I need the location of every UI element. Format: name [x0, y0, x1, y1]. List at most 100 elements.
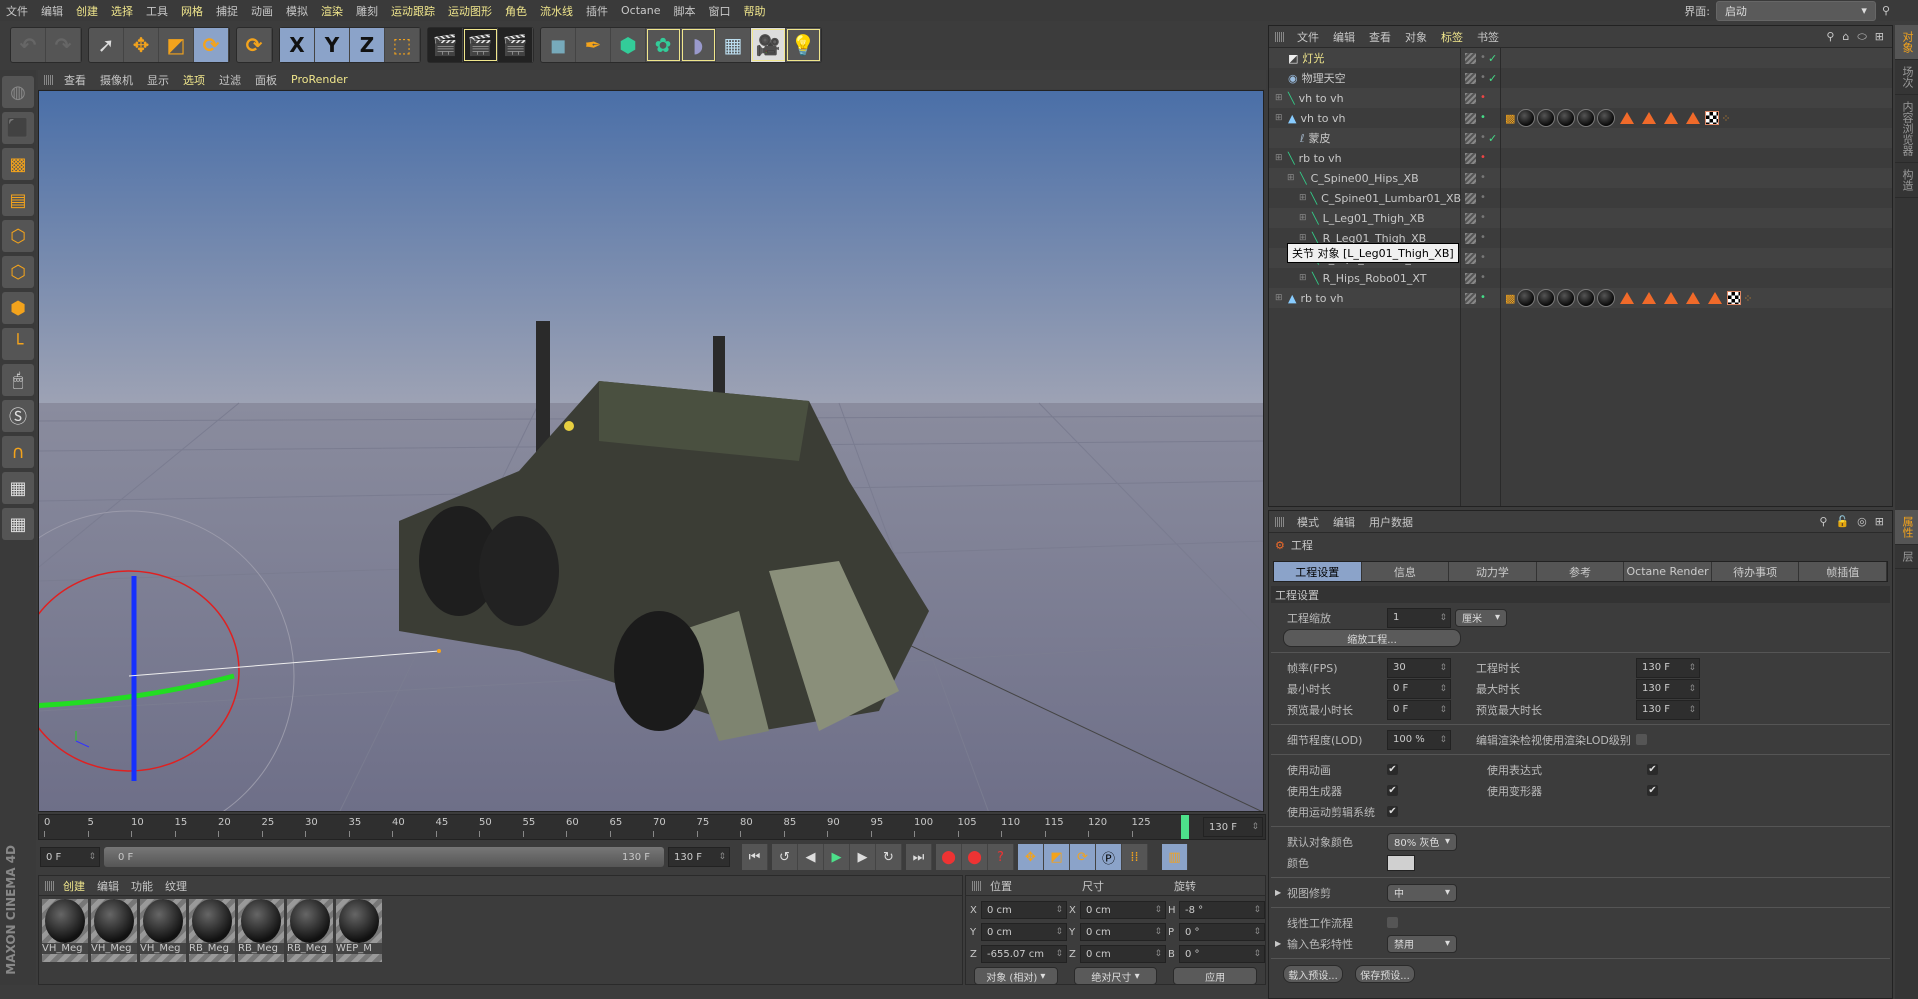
menu-item[interactable]: 渲染 [321, 3, 343, 19]
expand-toggle-icon[interactable]: ⊞ [1287, 173, 1296, 183]
menu-item[interactable]: 帮助 [744, 3, 766, 19]
visibility-toggle[interactable] [1465, 112, 1476, 124]
menu-item[interactable]: 编辑 [41, 3, 63, 19]
selection-tag-icon[interactable] [1686, 112, 1701, 124]
menu-item[interactable]: Octane [621, 4, 661, 17]
visibility-toggle[interactable] [1465, 92, 1476, 104]
expand-toggle-icon[interactable]: ⊞ [1275, 113, 1284, 123]
object-row[interactable]: ⊞ ▲ vh to vh • ▩ ⁘ [1269, 108, 1892, 128]
fps-field[interactable]: 30 [1387, 657, 1451, 678]
visibility-toggle[interactable] [1465, 172, 1476, 184]
menu-item[interactable]: 雕刻 [356, 3, 378, 19]
key-scale-icon[interactable]: ◩ [1044, 844, 1070, 870]
light-icon[interactable]: 💡 [786, 28, 821, 62]
go-to-end-icon[interactable]: ⏭ [906, 844, 932, 870]
preview-range-slider[interactable]: 0 F 130 F [104, 847, 664, 867]
menu-item[interactable]: 流水线 [540, 3, 573, 19]
object-row[interactable]: ⊞ ╲ L_Leg01_Thigh_XB • [1269, 208, 1892, 228]
attribute-tab[interactable]: 工程设置 [1274, 562, 1362, 581]
right-tab[interactable]: 内容浏览器 [1895, 95, 1918, 163]
menu-item[interactable]: 窗口 [709, 3, 731, 19]
key-rotation-icon[interactable]: ⟳ [1070, 844, 1096, 870]
object-row[interactable]: ⊞ ╲ rb to vh • [1269, 148, 1892, 168]
subdivision-icon[interactable]: ⬢ [611, 28, 646, 62]
selection-tag-icon[interactable] [1642, 112, 1657, 124]
keyframe-selection-icon[interactable]: ? [988, 844, 1014, 870]
cube-icon[interactable]: ◼ [541, 28, 576, 62]
search-icon[interactable]: ⚲ [1882, 4, 1890, 17]
material-tag-icon[interactable] [1537, 289, 1556, 307]
object-menu-item[interactable]: 查看 [1369, 29, 1391, 45]
expand-toggle-icon[interactable]: ⊞ [1299, 213, 1308, 223]
new-window-icon[interactable]: ⊞ [1875, 515, 1884, 528]
viewport-menu-item[interactable]: 查看 [64, 72, 86, 88]
x-axis-button[interactable]: X [280, 28, 315, 62]
material-thumbnail[interactable]: RB_Meg [287, 899, 333, 962]
home-icon[interactable]: ⌂ [1842, 30, 1849, 44]
material-tag-icon[interactable] [1597, 109, 1616, 127]
render-dot-icon[interactable]: • [1480, 233, 1486, 243]
render-dot-icon[interactable]: • [1480, 113, 1486, 123]
texture-tag-icon[interactable]: ▩ [1505, 292, 1515, 305]
viewport-menu-item[interactable]: 过滤 [219, 72, 241, 88]
selection-tag-icon[interactable] [1620, 292, 1635, 304]
current-frame-marker[interactable] [1181, 815, 1189, 839]
pen-icon[interactable]: ✒ [576, 28, 611, 62]
next-key-icon[interactable]: ↻ [876, 844, 902, 870]
use-expressions-checkbox[interactable]: ✔ [1647, 764, 1658, 775]
viewport-menu-item[interactable]: 摄像机 [100, 72, 133, 88]
render-picture-viewer-icon[interactable]: 🎬 [463, 28, 498, 62]
render-dot-icon[interactable]: • [1480, 253, 1486, 263]
right-tab[interactable]: 构造 [1895, 163, 1918, 198]
model-mode-icon[interactable]: ⬛ [2, 112, 34, 144]
menu-item[interactable]: 角色 [505, 3, 527, 19]
previous-frame-icon[interactable]: ◀ [798, 844, 824, 870]
tweak-icon[interactable]: 🖱 [2, 364, 34, 396]
pmin-field[interactable]: 0 F [1387, 699, 1451, 720]
min-field[interactable]: 0 F [1387, 678, 1451, 699]
use-animation-checkbox[interactable]: ✔ [1387, 764, 1398, 775]
points-mode-icon[interactable]: ⬡ [2, 220, 34, 252]
z-axis-button[interactable]: Z [350, 28, 385, 62]
object-row[interactable]: ⊞ ╲ C_Spine00_Hips_XB • [1269, 168, 1892, 188]
coordinate-mode-dropdown[interactable]: 对象 (相对) ▾ [974, 967, 1058, 985]
attribute-tab[interactable]: 参考 [1536, 562, 1625, 581]
save-preset-button[interactable]: 保存预设... [1355, 965, 1415, 983]
view-clip-dropdown[interactable]: 中 ▾ [1387, 883, 1457, 902]
material-tag-icon[interactable] [1577, 109, 1596, 127]
end-frame-field[interactable]: 130 F [668, 847, 730, 867]
menu-item[interactable]: 文件 [6, 3, 28, 19]
key-parameter-icon[interactable]: Ⓟ [1096, 844, 1122, 870]
visibility-toggle[interactable] [1465, 52, 1476, 64]
target-icon[interactable]: ◎ [1857, 515, 1867, 528]
right-tab[interactable]: 属性 [1895, 510, 1918, 545]
select-tool-icon[interactable]: ➚ [89, 28, 124, 62]
render-dot-icon[interactable]: • [1480, 53, 1486, 63]
object-menu-item[interactable]: 文件 [1297, 29, 1319, 45]
visibility-toggle[interactable] [1465, 72, 1476, 84]
color-swatch[interactable] [1387, 854, 1415, 871]
expand-toggle-icon[interactable]: ⊞ [1299, 193, 1307, 203]
auto-key-icon[interactable]: ⬤ [962, 844, 988, 870]
enabled-check-icon[interactable]: ✓ [1488, 52, 1497, 65]
checker-tag-icon[interactable] [1727, 291, 1742, 305]
object-menu-item[interactable]: 书签 [1477, 29, 1499, 45]
camera-icon[interactable]: 🎥 [751, 28, 786, 62]
object-row[interactable]: ℓ 蒙皮 • ✓ [1269, 128, 1892, 148]
selection-tag-icon[interactable] [1664, 292, 1679, 304]
menu-item[interactable]: 模拟 [286, 3, 308, 19]
menu-item[interactable]: 运动跟踪 [391, 3, 435, 19]
move-tool-icon[interactable]: ✥ [124, 28, 159, 62]
pmax-field[interactable]: 130 F [1636, 699, 1700, 720]
timeline-window-icon[interactable]: ▥ [1162, 844, 1188, 870]
link-icon[interactable]: ⬭ [1857, 30, 1866, 44]
expand-arrow-icon[interactable]: ▶ [1275, 888, 1281, 897]
render-dot-icon[interactable]: • [1480, 153, 1486, 163]
render-dot-icon[interactable]: • [1480, 193, 1486, 203]
key-position-icon[interactable]: ✥ [1018, 844, 1044, 870]
material-tag-icon[interactable] [1557, 289, 1576, 307]
undo-icon[interactable]: ↶ [11, 28, 46, 62]
edges-mode-icon[interactable]: ⬡ [2, 256, 34, 288]
object-menu-item[interactable]: 标签 [1441, 29, 1463, 45]
attribute-tab[interactable]: 待办事项 [1711, 562, 1800, 581]
